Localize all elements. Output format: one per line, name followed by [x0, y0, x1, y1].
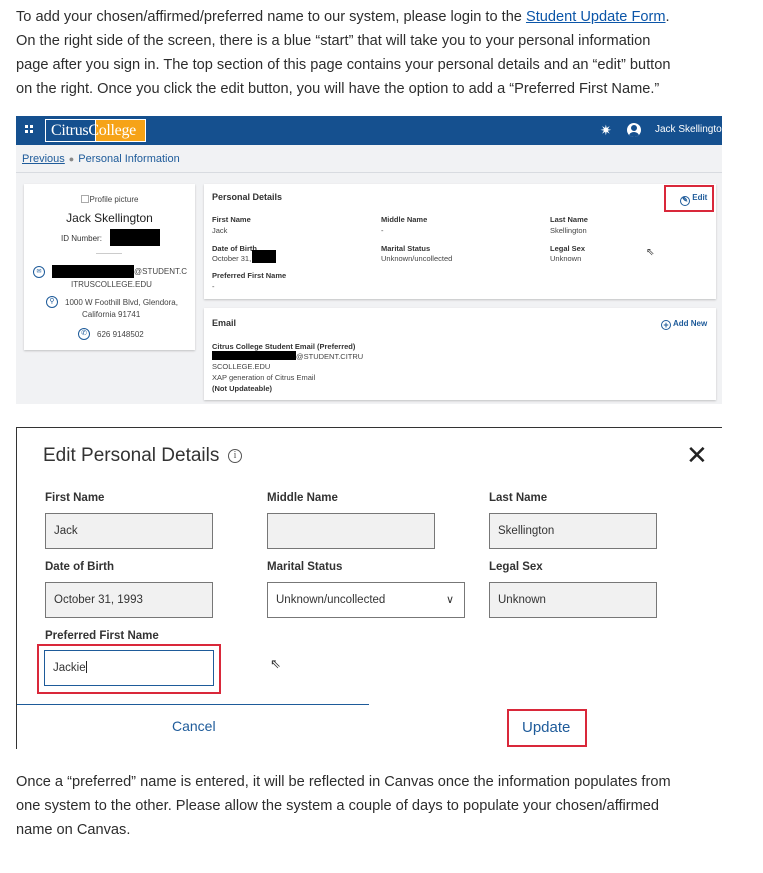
- email-title: Email: [212, 318, 237, 328]
- profile-email-part-1: @STUDENT.C: [134, 267, 188, 276]
- email-card: Email + Add New Citrus College Student E…: [204, 308, 716, 400]
- add-new-email-button[interactable]: + Add New: [661, 319, 707, 330]
- intro-line-2: On the right side of the screen, there i…: [16, 33, 651, 49]
- last-name-field[interactable]: Skellington: [489, 513, 657, 549]
- update-button[interactable]: Update: [522, 719, 570, 736]
- preferred-name-value: Jackie: [53, 662, 86, 674]
- outro-line-2: one system to the other. Please allow th…: [16, 798, 660, 814]
- phone-number: 626 9148502: [97, 330, 144, 339]
- last-name-label: Last Name: [489, 492, 548, 504]
- profile-name: Jack Skellington: [66, 211, 153, 225]
- top-navigation-bar: CitrusCollege ✷ Jack Skellington: [16, 116, 722, 145]
- dialog-title: Edit Personal Details: [43, 445, 220, 466]
- divider: [17, 704, 369, 705]
- middle-name-label: Middle Name: [381, 215, 428, 224]
- last-name-label: Last Name: [550, 215, 588, 224]
- mouse-cursor-icon: ⇖: [270, 656, 281, 671]
- divider: [16, 172, 722, 173]
- email-type: Citrus College Student Email (Preferred): [212, 342, 356, 351]
- marital-status-value: Unknown/uncollected: [276, 594, 386, 606]
- first-name-label: First Name: [212, 215, 251, 224]
- profile-card: Profile picture Jack Skellington ID Numb…: [24, 184, 195, 350]
- redacted-email: [52, 265, 134, 278]
- location-icon: ⚲: [46, 296, 58, 308]
- plus-icon: +: [661, 320, 671, 330]
- divider: [96, 253, 122, 254]
- email-note: XAP generation of Citrus Email: [212, 373, 316, 382]
- address-line-1: 1000 W Foothill Blvd, Glendora,: [65, 298, 178, 307]
- preferred-name-field[interactable]: Jackie: [44, 650, 214, 686]
- redacted-year: [252, 250, 276, 263]
- edit-button[interactable]: ✎ Edit: [680, 193, 707, 206]
- profile-email-part-2: ITRUSCOLLEGE.EDU: [71, 280, 152, 289]
- legal-sex-label: Legal Sex: [489, 561, 543, 573]
- personal-details-title: Personal Details: [212, 192, 283, 202]
- redacted-email: [212, 351, 296, 360]
- email-address-part-1: @STUDENT.CITRU: [296, 352, 364, 361]
- first-name-field[interactable]: Jack: [45, 513, 213, 549]
- app-menu-icon[interactable]: [25, 125, 35, 135]
- gear-icon[interactable]: ✷: [600, 122, 612, 138]
- intro-paragraph: To add your chosen/affirmed/preferred na…: [16, 5, 751, 101]
- cancel-button[interactable]: Cancel: [172, 718, 216, 734]
- intro-line-3: page after you sign in. The top section …: [16, 57, 671, 73]
- marital-status-label: Marital Status: [381, 244, 431, 253]
- address-line-2: California 91741: [82, 310, 141, 319]
- middle-name-field[interactable]: [267, 513, 435, 549]
- not-updateable-note: (Not Updateable): [212, 384, 272, 393]
- middle-name-value: -: [381, 226, 384, 235]
- phone-icon: ✆: [78, 328, 90, 340]
- info-icon[interactable]: i: [228, 449, 242, 463]
- legal-sex-value: Unknown: [550, 254, 582, 263]
- student-update-form-link[interactable]: Student Update Form: [526, 9, 666, 25]
- user-name[interactable]: Jack Skellington: [655, 124, 722, 135]
- marital-status-select[interactable]: Unknown/uncollected ∨: [267, 582, 465, 618]
- personal-info-screenshot: CitrusCollege ✷ Jack Skellington Previou…: [16, 116, 722, 404]
- intro-text: To add your chosen/affirmed/preferred na…: [16, 9, 526, 25]
- redacted-id: [110, 229, 160, 246]
- first-name-value: Jack: [212, 226, 228, 235]
- citrus-college-logo[interactable]: CitrusCollege: [45, 119, 146, 142]
- chevron-down-icon: ∨: [445, 594, 454, 606]
- outro-line-1: Once a “preferred” name is entered, it w…: [16, 774, 671, 790]
- close-icon[interactable]: ✕: [686, 440, 708, 470]
- breadcrumb-current: Personal Information: [78, 153, 180, 165]
- pencil-icon: ✎: [680, 196, 690, 206]
- email-address-part-2: SCOLLEGE.EDU: [212, 362, 271, 371]
- last-name-value: Skellington: [550, 226, 587, 235]
- dob-field[interactable]: October 31, 1993: [45, 582, 213, 618]
- dob-label: Date of Birth: [45, 561, 114, 573]
- breadcrumb-previous[interactable]: Previous: [22, 153, 65, 165]
- profile-picture: Profile picture: [24, 195, 195, 204]
- legal-sex-field[interactable]: Unknown: [489, 582, 657, 618]
- marital-status-value: Unknown/uncollected: [381, 254, 453, 263]
- edit-personal-details-dialog: Edit Personal Details i ✕ First Name Jac…: [16, 427, 722, 749]
- preferred-name-label: Preferred First Name: [212, 271, 287, 280]
- dob-label: Date of Birth: [212, 244, 257, 253]
- user-avatar-icon[interactable]: [627, 123, 641, 137]
- personal-details-card: Personal Details ✎ Edit First Name Jack …: [204, 184, 716, 299]
- preferred-name-label: Preferred First Name: [45, 630, 159, 642]
- dob-value: October 31,: [212, 254, 252, 263]
- breadcrumb: Previous ● Personal Information: [22, 153, 180, 165]
- marital-status-label: Marital Status: [267, 561, 343, 573]
- outro-paragraph: Once a “preferred” name is entered, it w…: [16, 770, 751, 842]
- text-cursor: [85, 661, 87, 673]
- mouse-cursor-icon: ⇖: [646, 247, 655, 258]
- email-icon: ✉: [33, 266, 45, 278]
- middle-name-label: Middle Name: [267, 492, 338, 504]
- legal-sex-label: Legal Sex: [550, 244, 586, 253]
- outro-line-3: name on Canvas.: [16, 822, 131, 838]
- preferred-name-value: -: [212, 282, 215, 291]
- first-name-label: First Name: [45, 492, 105, 504]
- intro-line-4: on the right. Once you click the edit bu…: [16, 81, 660, 97]
